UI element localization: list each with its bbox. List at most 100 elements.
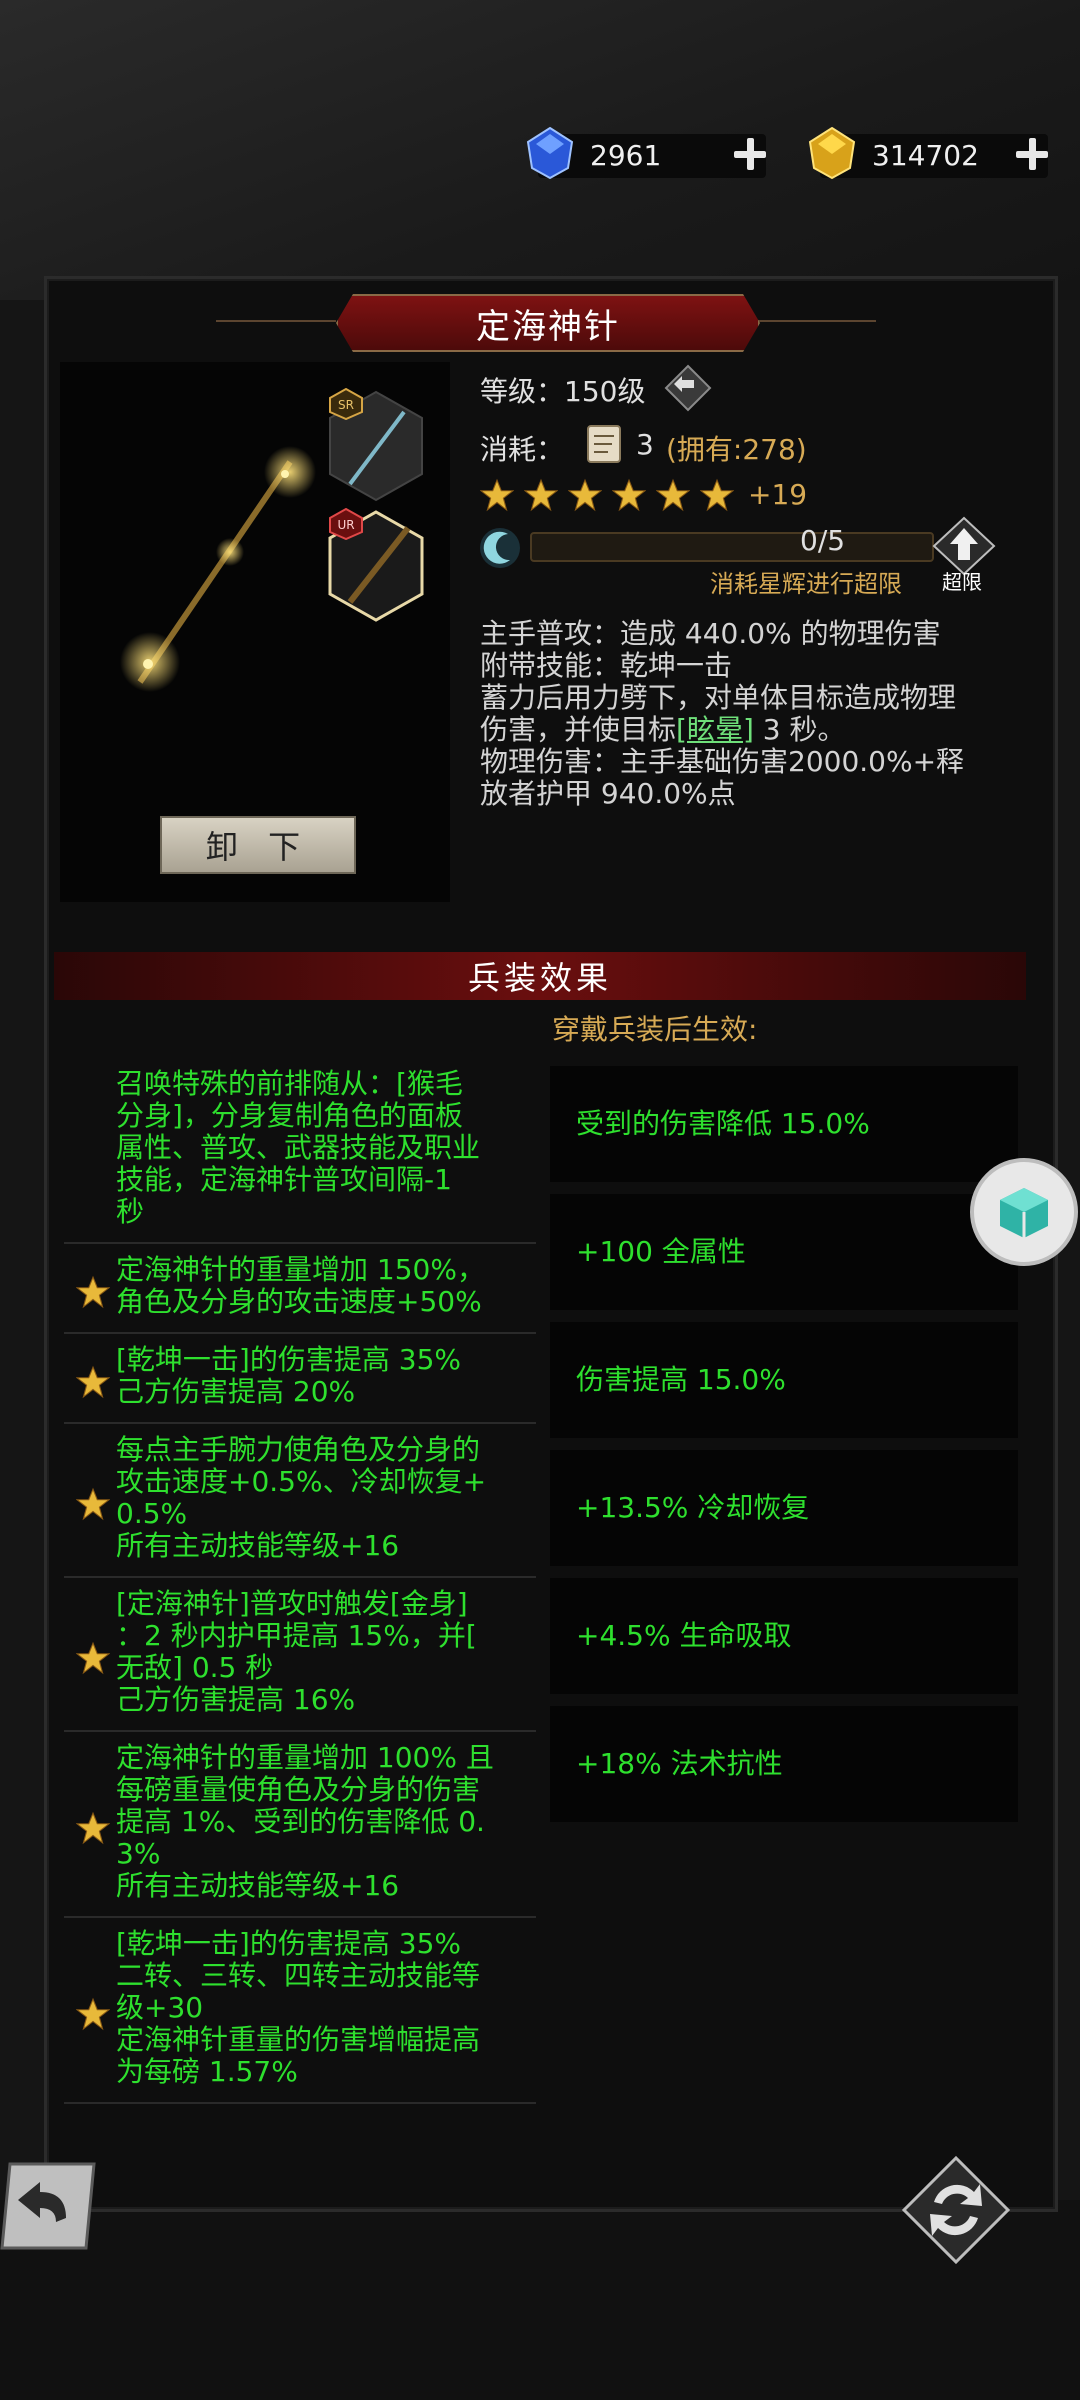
effect-star-icon: [76, 1811, 110, 1845]
desc-line: 附带技能：乾坤一击: [480, 649, 733, 682]
effect-line: 0.5%: [116, 1497, 188, 1530]
limit-break-progress-bar: [530, 532, 934, 562]
add-gold-button[interactable]: [1010, 132, 1054, 176]
star-icon: [568, 478, 602, 512]
effect-divider: [64, 1730, 536, 1732]
desc-line: 伤害，并使目标[眩晕] 3 秒。: [480, 714, 1050, 746]
effect-text: [乾坤一击]的伤害提高 35% 二转、三转、四转主动技能等 级+30 定海神针重量的伤…: [116, 1928, 536, 2088]
effect-line: 所有主动技能等级+16: [116, 1529, 400, 1562]
level-label: 等级：: [480, 375, 565, 408]
desc-text: 伤害，并使目标: [480, 713, 677, 746]
progress-text: 0/5: [800, 524, 846, 557]
effect-star-icon: [76, 1641, 110, 1675]
effects-title: 兵装效果: [467, 959, 612, 997]
effect-line: 己方伤害提高 20%: [116, 1375, 356, 1408]
effect-item: 定海神针的重量增加 100% 且每磅重量使角色及分身的伤害 提高 1%、受到的伤害…: [64, 1741, 536, 1918]
bonus-stat-text: 受到的伤害降低 15.0%: [576, 1107, 870, 1140]
desc-line: 蓄力后用力劈下，对单体目标造成物理: [480, 681, 957, 714]
effect-line: ：2 秒内护甲提高 15%，并[: [116, 1619, 477, 1652]
effect-line: 无敌] 0.5 秒: [116, 1651, 274, 1684]
effect-item: [乾坤一击]的伤害提高 35% 二转、三转、四转主动技能等 级+30 定海神针重量的伤…: [64, 1928, 536, 2104]
effect-line: 3%: [116, 1837, 161, 1870]
effect-line: 技能，定海神针普攻间隔-1: [116, 1163, 452, 1196]
unequip-button[interactable]: 卸 下: [160, 816, 356, 874]
bonus-stat-item: +100 全属性: [550, 1194, 1018, 1310]
effect-divider: [64, 2102, 536, 2104]
desc-line: 主手普攻：造成 440.0% 的物理伤害: [480, 617, 941, 650]
bonus-stat-item: +13.5% 冷却恢复: [550, 1450, 1018, 1566]
star-icon: [480, 478, 514, 512]
effect-line: 每磅重量使角色及分身的伤害: [116, 1773, 481, 1806]
limit-break-button[interactable]: 超限: [932, 516, 996, 596]
ur-rarity-badge-icon: UR: [329, 508, 363, 540]
title-ornament-right: [756, 320, 876, 322]
gold-amount: 314702: [872, 139, 979, 172]
bonus-stat-text: +18% 法术抗性: [576, 1747, 783, 1780]
gem-amount: 2961: [590, 139, 662, 172]
effect-star-icon: [76, 1365, 110, 1399]
item-title-bar: 定海神针: [336, 294, 760, 352]
blue-gem-icon: [526, 126, 574, 180]
effect-divider: [64, 1332, 536, 1334]
bonus-stat-text: 伤害提高 15.0%: [576, 1363, 786, 1396]
gold-gem-icon: [808, 126, 856, 180]
bonus-stat-text: +13.5% 冷却恢复: [576, 1491, 810, 1524]
desc-line: 放者护甲 940.0%点: [480, 777, 736, 810]
add-gems-button[interactable]: [728, 132, 772, 176]
unequip-label: 卸 下: [205, 828, 311, 866]
effect-divider: [64, 1422, 536, 1424]
level-up-arrow-icon[interactable]: [664, 364, 712, 412]
bonus-stat-item: 伤害提高 15.0%: [550, 1322, 1018, 1438]
effect-line: [定海神针]普攻时触发[金身]: [116, 1587, 468, 1620]
effect-line: 提高 1%、受到的伤害降低 0.: [116, 1805, 485, 1838]
effect-line: 攻击速度+0.5%、冷却恢复+: [116, 1465, 487, 1498]
equipment-slot-ur[interactable]: UR: [326, 508, 426, 622]
effect-line: 二转、三转、四转主动技能等: [116, 1959, 481, 1992]
effects-section-header: 兵装效果: [54, 952, 1026, 1000]
star-icon: [612, 478, 646, 512]
effect-line: 分身]，分身复制角色的面板: [116, 1099, 463, 1132]
effect-line: 级+30: [116, 1991, 204, 2024]
svg-text:SR: SR: [338, 398, 354, 412]
stun-keyword-link[interactable]: [眩晕]: [676, 713, 754, 746]
effect-line: 召唤特殊的前排随从：[猴毛: [116, 1067, 463, 1100]
equipment-slot-sr[interactable]: SR: [326, 388, 426, 502]
star-icon: [656, 478, 690, 512]
effect-text: 每点主手腕力使角色及分身的 攻击速度+0.5%、冷却恢复+ 0.5% 所有主动技能等级…: [116, 1434, 536, 1562]
bonus-stat-text: +100 全属性: [576, 1235, 746, 1268]
effect-star-icon: [76, 1487, 110, 1521]
cost-label: 消耗：: [480, 433, 565, 466]
level-value: 150级: [564, 375, 646, 408]
svg-text:UR: UR: [337, 518, 354, 532]
title-ornament-left: [216, 320, 336, 322]
cube-menu-button[interactable]: [970, 1158, 1078, 1266]
effect-line: [乾坤一击]的伤害提高 35%: [116, 1343, 461, 1376]
scroll-material-icon: [587, 425, 621, 463]
effect-line: 属性、普攻、武器技能及职业: [116, 1131, 481, 1164]
starlight-moon-icon: [480, 528, 520, 568]
effect-divider: [64, 1242, 536, 1244]
desc-text: 3 秒。: [753, 713, 846, 746]
effect-line: 每点主手腕力使角色及分身的: [116, 1433, 481, 1466]
golden-staff-image: [120, 446, 316, 692]
sr-rarity-badge-icon: SR: [329, 388, 363, 420]
effect-item: 定海神针的重量增加 150%， 角色及分身的攻击速度+50%: [64, 1254, 536, 1334]
star-icon: [700, 478, 734, 512]
bonus-stat-item: +4.5% 生命吸取: [550, 1578, 1018, 1694]
gem-currency: 2961: [526, 126, 766, 180]
effect-text: [乾坤一击]的伤害提高 35% 己方伤害提高 20%: [116, 1344, 536, 1408]
effect-item: 每点主手腕力使角色及分身的 攻击速度+0.5%、冷却恢复+ 0.5% 所有主动技能等级…: [64, 1434, 536, 1578]
bonus-stat-item: 受到的伤害降低 15.0%: [550, 1066, 1018, 1182]
star-bonus: +19: [748, 478, 808, 511]
effect-line: 所有主动技能等级+16: [116, 1869, 400, 1902]
effect-text: 召唤特殊的前排随从：[猴毛 分身]，分身复制角色的面板 属性、普攻、武器技能及职业技…: [116, 1068, 536, 1228]
effect-line: 定海神针的重量增加 100% 且: [116, 1741, 494, 1774]
effect-star-icon: [76, 1997, 110, 2031]
effect-line: 定海神针重量的伤害增幅提高: [116, 2023, 481, 2056]
cost-owned: (拥有:278): [666, 433, 807, 466]
back-button-icon[interactable]: [0, 2158, 96, 2254]
swap-refresh-button-icon[interactable]: [900, 2154, 1012, 2266]
effect-text: 定海神针的重量增加 150%， 角色及分身的攻击速度+50%: [116, 1254, 536, 1318]
effect-line: 定海神针的重量增加 150%，: [116, 1253, 485, 1286]
effect-text: [定海神针]普攻时触发[金身] ：2 秒内护甲提高 15%，并[无敌] 0.5 秒…: [116, 1588, 536, 1716]
